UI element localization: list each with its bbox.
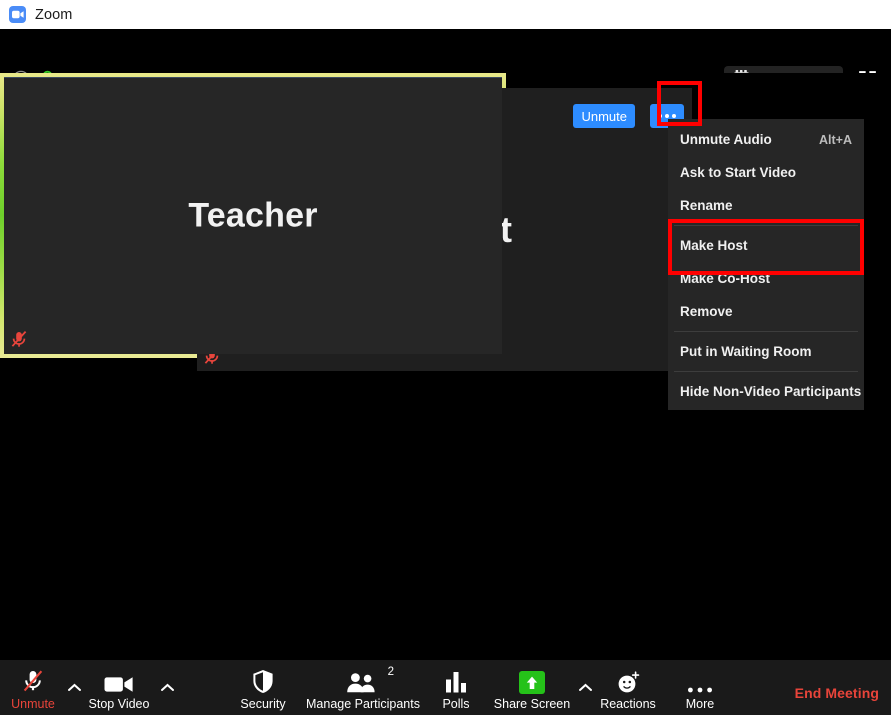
menu-item-rename[interactable]: Rename bbox=[668, 189, 864, 222]
ellipsis-icon bbox=[658, 114, 662, 118]
meeting-toolbar: Unmute Stop Video Security 2 Manage Part… bbox=[0, 660, 891, 715]
toolbar-label: Security bbox=[240, 697, 286, 711]
share-options-caret-icon[interactable] bbox=[577, 679, 593, 695]
menu-item-hide-non-video-participants[interactable]: Hide Non-Video Participants bbox=[668, 375, 864, 408]
meeting-topbar: E Speaker View bbox=[0, 29, 891, 93]
toolbar-button-polls[interactable]: Polls bbox=[430, 668, 482, 711]
ellipsis-icon bbox=[687, 668, 713, 694]
menu-item-label: Rename bbox=[680, 198, 733, 213]
window-title: Zoom bbox=[35, 6, 73, 23]
smiley-plus-icon bbox=[616, 668, 641, 694]
menu-separator bbox=[674, 225, 858, 226]
toolbar-button-share-screen[interactable]: Share Screen bbox=[490, 668, 574, 711]
toolbar-label: Manage Participants bbox=[306, 697, 420, 711]
video-options-caret-icon[interactable] bbox=[159, 679, 175, 695]
toolbar-label: Polls bbox=[442, 697, 470, 711]
participant-count-badge: 2 bbox=[387, 666, 394, 678]
zoom-camera-icon bbox=[9, 6, 26, 23]
video-tile-teacher-active-speaker[interactable]: Teacher bbox=[0, 73, 506, 358]
toolbar-button-stop-video[interactable]: Stop Video bbox=[86, 668, 152, 711]
green-up-arrow-icon bbox=[519, 668, 545, 694]
menu-item-label: Put in Waiting Room bbox=[680, 344, 812, 359]
audio-options-caret-icon[interactable] bbox=[66, 679, 82, 695]
shield-icon bbox=[252, 668, 274, 694]
unmute-participant-label: Unmute bbox=[581, 108, 627, 124]
window-titlebar: Zoom bbox=[0, 0, 891, 29]
toolbar-button-security[interactable]: Security bbox=[233, 668, 293, 711]
toolbar-label: Unmute bbox=[11, 697, 55, 711]
toolbar-label: Reactions bbox=[600, 697, 656, 711]
menu-item-label: Make Co-Host bbox=[680, 271, 771, 286]
toolbar-button-more[interactable]: More bbox=[673, 668, 727, 711]
end-meeting-button[interactable]: End Meeting bbox=[795, 685, 879, 701]
toolbar-label: Share Screen bbox=[493, 697, 571, 711]
menu-item-make-host[interactable]: Make Host bbox=[668, 229, 864, 262]
participant-context-menu[interactable]: Unmute Audio Alt+A Ask to Start Video Re… bbox=[668, 119, 864, 410]
toolbar-label: Stop Video bbox=[88, 697, 150, 711]
people-icon: 2 bbox=[345, 666, 394, 694]
toolbar-button-unmute[interactable]: Unmute bbox=[8, 668, 58, 711]
menu-item-remove[interactable]: Remove bbox=[668, 295, 864, 328]
menu-item-label: Ask to Start Video bbox=[680, 165, 797, 180]
menu-item-put-in-waiting-room[interactable]: Put in Waiting Room bbox=[668, 335, 864, 368]
menu-item-shortcut: Alt+A bbox=[819, 132, 852, 147]
menu-item-label: Unmute Audio bbox=[680, 132, 772, 147]
menu-separator bbox=[674, 371, 858, 372]
toolbar-button-reactions[interactable]: Reactions bbox=[597, 668, 659, 711]
bar-chart-icon bbox=[444, 668, 468, 694]
video-camera-icon bbox=[104, 668, 134, 694]
ellipsis-icon bbox=[672, 114, 676, 118]
microphone-muted-icon bbox=[20, 668, 46, 694]
menu-item-label: Make Host bbox=[680, 238, 748, 253]
menu-item-label: Hide Non-Video Participants bbox=[680, 384, 862, 399]
unmute-participant-button[interactable]: Unmute bbox=[573, 104, 635, 128]
menu-separator bbox=[674, 331, 858, 332]
menu-item-make-co-host[interactable]: Make Co-Host bbox=[668, 262, 864, 295]
menu-item-label: Remove bbox=[680, 304, 733, 319]
participant-name-label: Teacher bbox=[188, 196, 318, 235]
menu-item-ask-to-start-video[interactable]: Ask to Start Video bbox=[668, 156, 864, 189]
zoom-meeting-window: Zoom E bbox=[0, 0, 891, 715]
microphone-muted-icon bbox=[9, 329, 29, 349]
toolbar-button-manage-participants[interactable]: 2 Manage Participants bbox=[298, 666, 428, 711]
menu-item-unmute-audio[interactable]: Unmute Audio Alt+A bbox=[668, 123, 864, 156]
toolbar-label: More bbox=[685, 697, 715, 711]
ellipsis-icon bbox=[665, 114, 669, 118]
